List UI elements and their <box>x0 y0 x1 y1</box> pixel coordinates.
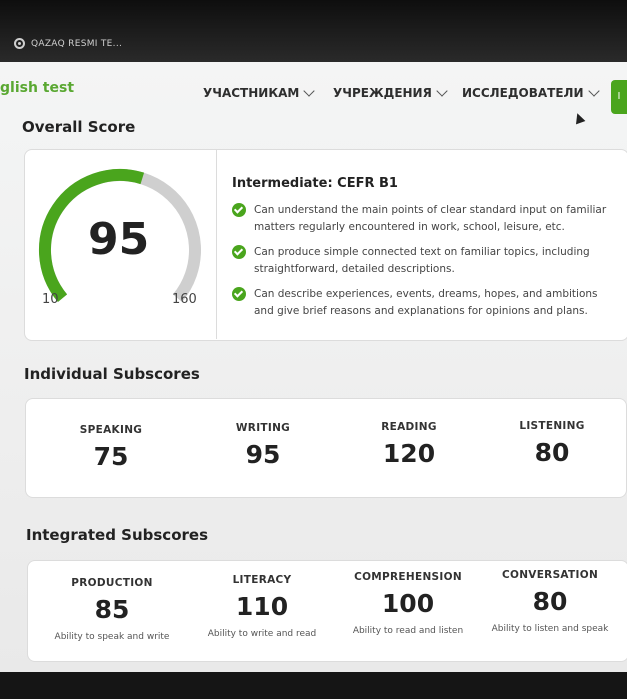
subscore-value: 110 <box>235 592 289 621</box>
site-favicon-icon <box>14 38 25 49</box>
subscore-literacy: LITERACY 110 Ability to write and read <box>192 574 332 639</box>
chevron-down-icon <box>587 85 600 97</box>
subscore-label: CONVERSATION <box>501 569 599 581</box>
overall-score-value: 95 <box>88 214 150 265</box>
descriptor-item: Can understand the main points of clear … <box>232 202 612 236</box>
subscore-conversation: CONVERSATION 80 Ability to listen and sp… <box>480 569 620 634</box>
subscore-value: 75 <box>93 442 129 471</box>
cta-button[interactable]: I <box>611 80 627 114</box>
subscore-value: 120 <box>382 439 436 468</box>
subscore-writing: WRITING 95 <box>193 422 333 469</box>
descriptor-item: Can describe experiences, events, dreams… <box>232 286 612 320</box>
gauge-max-label: 160 <box>172 292 197 307</box>
subscore-value: 85 <box>94 595 130 624</box>
nav-item-participants[interactable]: УЧАСТНИКАМ <box>203 85 316 100</box>
nav-item-institutions[interactable]: УЧРЕЖДЕНИЯ <box>333 85 448 100</box>
nav-item-label: УЧАСТНИКАМ <box>203 86 300 100</box>
check-circle-icon <box>232 245 246 259</box>
subscore-description: Ability to write and read <box>207 629 317 639</box>
chevron-down-icon <box>436 85 448 97</box>
chevron-down-icon <box>303 85 316 97</box>
subscore-label: PRODUCTION <box>71 577 153 589</box>
tab-title: QAZAQ RESMI TE... <box>31 38 123 49</box>
site-name[interactable]: glish test <box>0 80 74 96</box>
subscore-production: PRODUCTION 85 Ability to speak and write <box>42 577 182 642</box>
descriptor-text: Can produce simple connected text on fam… <box>254 246 590 275</box>
check-circle-icon <box>232 203 246 217</box>
browser-tab[interactable]: QAZAQ RESMI TE... <box>14 38 122 49</box>
nav-item-researchers[interactable]: ИССЛЕДОВАТЕЛИ <box>462 85 600 100</box>
individual-subscores-title: Individual Subscores <box>24 365 200 383</box>
subscore-reading: READING 120 <box>339 421 479 468</box>
subscore-description: Ability to listen and speak <box>491 624 609 634</box>
overall-score-title: Overall Score <box>22 118 136 136</box>
descriptor-item: Can produce simple connected text on fam… <box>232 244 612 278</box>
subscore-speaking: SPEAKING 75 <box>41 424 181 471</box>
subscore-value: 100 <box>381 589 435 618</box>
check-circle-icon <box>232 287 246 301</box>
descriptor-text: Can describe experiences, events, dreams… <box>254 288 598 317</box>
integrated-subscores-title: Integrated Subscores <box>26 526 209 544</box>
subscore-description: Ability to speak and write <box>54 632 170 642</box>
subscore-description: Ability to read and listen <box>352 626 464 636</box>
cefr-level: Intermediate: CEFR B1 <box>232 176 398 191</box>
subscore-label: READING <box>381 421 437 433</box>
screen-bezel <box>0 672 627 699</box>
subscore-label: LISTENING <box>519 420 585 432</box>
subscore-value: 95 <box>245 440 281 469</box>
subscore-label: COMPREHENSION <box>354 571 462 583</box>
top-navigation: glish test УЧАСТНИКАМ УЧРЕЖДЕНИЯ ИССЛЕДО… <box>0 62 627 114</box>
subscore-value: 80 <box>532 587 568 616</box>
subscore-label: SPEAKING <box>79 424 143 436</box>
subscore-label: WRITING <box>235 422 291 434</box>
gauge-min-label: 10 <box>42 292 59 307</box>
subscore-label: LITERACY <box>232 574 292 586</box>
subscore-listening: LISTENING 80 <box>482 420 622 467</box>
card-divider <box>216 149 217 339</box>
subscore-value: 80 <box>534 438 570 467</box>
nav-item-label: ИССЛЕДОВАТЕЛИ <box>462 86 584 100</box>
subscore-comprehension: COMPREHENSION 100 Ability to read and li… <box>338 571 478 636</box>
browser-tab-bar: QAZAQ RESMI TE... <box>0 0 627 62</box>
descriptor-text: Can understand the main points of clear … <box>254 204 607 233</box>
nav-item-label: УЧРЕЖДЕНИЯ <box>333 86 432 100</box>
